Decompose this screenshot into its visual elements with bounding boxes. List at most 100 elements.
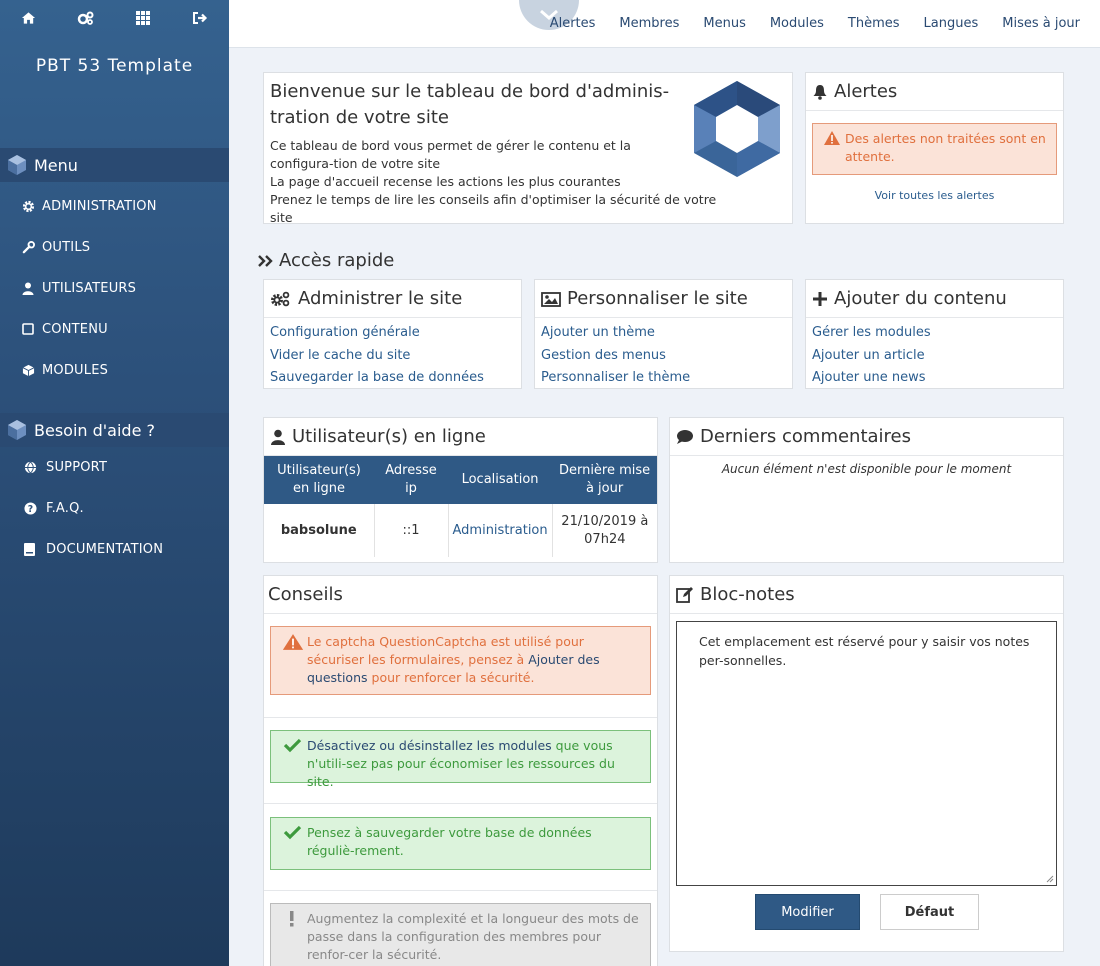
svg-text:?: ?: [28, 504, 34, 515]
tip-item: Le captcha QuestionCaptcha est utilisé p…: [264, 614, 657, 718]
password-tip-box: Augmentez la complexité et la longueur d…: [270, 903, 651, 966]
help-section-header: Besoin d'aide ?: [0, 413, 229, 447]
sidebar-item-administration[interactable]: ADMINISTRATION: [0, 186, 229, 227]
pending-alerts-text: Des alertes non traitées sont en attente…: [845, 131, 1046, 164]
sidebar-item-label: F.A.Q.: [46, 501, 84, 516]
cell-last-update: 21/10/2019 à 07h24: [561, 513, 649, 547]
nav-alertes[interactable]: Alertes: [550, 16, 596, 31]
captcha-tip-box: Le captcha QuestionCaptcha est utilisé p…: [270, 626, 651, 695]
col-header-user: Utilisateur(s) en ligne: [264, 456, 374, 504]
double-chevron-right-icon: [258, 254, 273, 267]
default-button[interactable]: Défaut: [880, 894, 979, 930]
check-icon: [283, 825, 302, 840]
exclamation-icon: [290, 911, 294, 927]
link-personnaliser-theme[interactable]: Personnaliser le thème: [541, 367, 786, 390]
cube-logo-icon: [8, 420, 26, 440]
online-users-title: Utilisateur(s) en ligne: [292, 426, 486, 447]
col-header-last-update: Dernière mise à jour: [552, 456, 657, 504]
user-icon: [22, 282, 36, 296]
see-all-alerts-link[interactable]: Voir toutes les alertes: [806, 189, 1063, 202]
comments-panel: Derniers commentaires Aucun élément n'es…: [669, 417, 1064, 563]
notepad-title: Bloc-notes: [700, 584, 795, 605]
notepad-textarea[interactable]: Cet emplacement est réservé pour y saisi…: [676, 621, 1057, 886]
sidebar-item-documentation[interactable]: DOCUMENTATION: [0, 529, 229, 570]
add-content-panel: Ajouter du contenu Gérer les modules Ajo…: [805, 279, 1064, 389]
nav-menus[interactable]: Menus: [703, 16, 745, 31]
cell-username: babsolune: [264, 504, 375, 557]
link-ajouter-article[interactable]: Ajouter un article: [812, 345, 1057, 368]
sidebar-top-icons: [0, 0, 229, 30]
modify-button[interactable]: Modifier: [755, 894, 860, 930]
tip-item: Pensez à sauvegarder votre base de donné…: [264, 804, 657, 891]
topbar: Alertes Membres Menus Modules Thèmes Lan…: [229, 0, 1100, 48]
modules-tip-box: Désactivez ou désinstallez les modules q…: [270, 730, 651, 789]
cogs-icon[interactable]: [76, 8, 96, 28]
resize-handle-icon[interactable]: [1046, 875, 1054, 883]
sidebar-item-modules[interactable]: MODULES: [0, 350, 229, 391]
gear-icon: [22, 200, 36, 214]
user-icon: [271, 429, 285, 445]
link-configuration-generale[interactable]: Configuration générale: [270, 322, 515, 345]
backup-tip-box: Pensez à sauvegarder votre base de donné…: [270, 817, 651, 870]
sidebar-item-utilisateurs[interactable]: UTILISATEURS: [0, 268, 229, 309]
customize-site-title: Personnaliser le site: [567, 288, 748, 309]
sidebar-item-contenu[interactable]: CONTENU: [0, 309, 229, 350]
sidebar-item-label: MODULES: [42, 363, 109, 378]
link-vider-cache[interactable]: Vider le cache du site: [270, 345, 515, 368]
brand-hexagon-logo: [694, 81, 780, 177]
link-gestion-menus[interactable]: Gestion des menus: [541, 345, 786, 368]
menu-section-title: Menu: [34, 155, 78, 175]
cube-logo-icon: [8, 155, 26, 175]
grid-icon[interactable]: [133, 8, 153, 28]
col-header-ip: Adresse ip: [374, 456, 448, 504]
logout-icon[interactable]: [190, 8, 210, 28]
add-content-title: Ajouter du contenu: [834, 288, 1007, 309]
sidebar-item-support[interactable]: SUPPORT: [0, 447, 229, 488]
backup-tip-text: Pensez à sauvegarder votre base de donné…: [307, 825, 592, 858]
cell-location-link[interactable]: Administration: [448, 504, 553, 557]
nav-themes[interactable]: Thèmes: [848, 16, 900, 31]
link-gerer-modules[interactable]: Gérer les modules: [812, 322, 1057, 345]
edit-icon: [676, 587, 693, 603]
home-icon[interactable]: [19, 8, 39, 28]
sidebar-item-label: DOCUMENTATION: [46, 542, 164, 557]
tips-title: Conseils: [268, 584, 343, 605]
nav-mises-a-jour[interactable]: Mises à jour: [1002, 16, 1080, 31]
online-users-table: Utilisateur(s) en ligne Adresse ip Local…: [264, 456, 657, 557]
comments-header: Derniers commentaires: [670, 418, 1063, 456]
tip-item: Désactivez ou désinstallez les modules q…: [264, 718, 657, 804]
comment-icon: [677, 429, 693, 444]
site-title[interactable]: PBT 53 Template: [0, 56, 229, 126]
question-icon: ?: [24, 501, 38, 516]
sidebar-item-faq[interactable]: ? F.A.Q.: [0, 488, 229, 529]
customize-site-panel: Personnaliser le site Ajouter un thème G…: [534, 279, 793, 389]
online-users-header: Utilisateur(s) en ligne: [264, 418, 657, 456]
nav-modules[interactable]: Modules: [770, 16, 824, 31]
admin-site-panel: Administrer le site Configuration généra…: [263, 279, 522, 389]
link-ajouter-news[interactable]: Ajouter une news: [812, 367, 1057, 390]
globe-icon: [24, 461, 38, 475]
link-ajouter-theme[interactable]: Ajouter un thème: [541, 322, 786, 345]
link-sauvegarder-bdd[interactable]: Sauvegarder la base de données: [270, 367, 515, 390]
tips-header: Conseils: [264, 576, 657, 614]
nav-langues[interactable]: Langues: [924, 16, 979, 31]
top-nav: Alertes Membres Menus Modules Thèmes Lan…: [550, 16, 1080, 31]
customize-site-header: Personnaliser le site: [535, 280, 792, 318]
tip-item: Augmentez la complexité et la longueur d…: [264, 891, 657, 966]
warning-icon: [282, 634, 304, 650]
comments-title: Derniers commentaires: [700, 426, 912, 447]
welcome-title: Bienvenue sur le tableau de bord d'admin…: [270, 81, 670, 128]
sidebar-item-outils[interactable]: OUTILS: [0, 227, 229, 268]
alerts-panel: Alertes Des alertes non traitées sont en…: [805, 72, 1064, 224]
captcha-tip-text-end: pour renforcer la sécurité.: [367, 670, 535, 685]
comments-empty-text: Aucun élément n'est disponible pour le m…: [721, 462, 1012, 476]
welcome-panel: Bienvenue sur le tableau de bord d'admin…: [263, 72, 793, 225]
quick-access-heading: Accès rapide: [258, 250, 394, 271]
nav-membres[interactable]: Membres: [619, 16, 679, 31]
check-icon: [283, 738, 302, 753]
book-icon: [24, 542, 38, 557]
disable-modules-link[interactable]: Désactivez ou désinstallez les modules: [307, 738, 552, 753]
alerts-title: Alertes: [834, 81, 898, 102]
welcome-line: Ce tableau de bord vous permet de gérer …: [270, 138, 631, 171]
sidebar-item-label: CONTENU: [42, 322, 108, 337]
